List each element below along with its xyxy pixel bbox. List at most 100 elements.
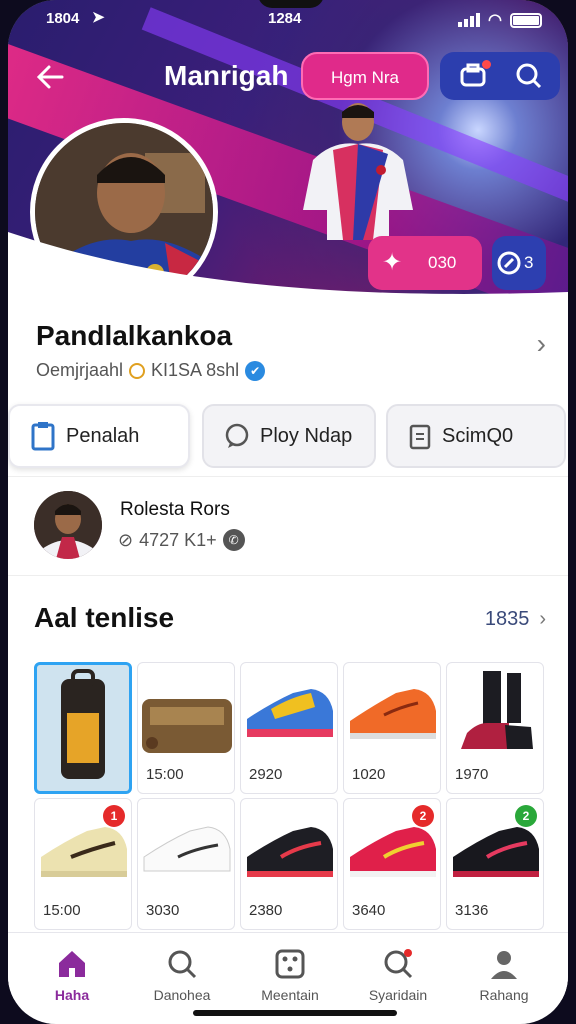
item-badge: 1 bbox=[103, 805, 125, 827]
action-button-scimq0[interactable]: ScimQ0 bbox=[386, 404, 566, 468]
profile-meta: Oemjrjaahl KI1SA 8shl ✔ bbox=[36, 360, 266, 381]
shoe-image bbox=[143, 826, 231, 872]
stat-badge-secondary[interactable]: 3 bbox=[492, 236, 546, 290]
coin-icon bbox=[129, 362, 146, 379]
boot-image bbox=[461, 671, 533, 749]
section-count[interactable]: 1835 › bbox=[485, 608, 546, 631]
item-tile[interactable]: 2380 bbox=[240, 798, 338, 930]
signal-icon bbox=[458, 13, 481, 27]
item-grid: 15:00 2920 1020 1970 1 15:00 3030 2380 2… bbox=[34, 662, 568, 932]
backpack-image bbox=[61, 669, 105, 779]
item-tile[interactable]: 15:00 bbox=[137, 662, 235, 794]
status-time: 1804 bbox=[46, 10, 80, 27]
star-icon: ✦ bbox=[382, 249, 403, 276]
item-price: 1020 bbox=[352, 766, 386, 783]
stat-secondary-value: 3 bbox=[524, 253, 534, 272]
item-tile[interactable]: 2 3640 bbox=[343, 798, 441, 930]
author-name: Rolesta Rors bbox=[120, 499, 230, 520]
section-count-value: 1835 bbox=[484, 608, 530, 630]
item-price: 1970 bbox=[455, 766, 489, 783]
meta-text: Oemjrjaahl bbox=[36, 360, 124, 380]
wifi-icon: ◠ bbox=[488, 12, 502, 29]
tab-profile[interactable]: Rahang bbox=[454, 943, 554, 1013]
item-tile[interactable]: 2 3136 bbox=[446, 798, 544, 930]
shoe-image bbox=[247, 689, 333, 737]
header-icon-group bbox=[440, 52, 560, 100]
author-avatar bbox=[34, 491, 102, 559]
top-bar: Manrigah Hgm Nra bbox=[8, 52, 568, 102]
action-label: ScimQ0 bbox=[442, 424, 514, 447]
notification-search-icon bbox=[384, 949, 413, 979]
author-row[interactable]: Rolesta Rors ⊘ 4727 K1+ ✆ bbox=[8, 476, 568, 576]
item-price: 3640 bbox=[352, 902, 386, 919]
hero-stats: ✦ 030 3 bbox=[368, 236, 554, 290]
hero-player-image bbox=[303, 103, 413, 240]
phone-screen: ✦ 030 3 1804 ➤ 1284 ◠ Manrigah Hgm Nra P… bbox=[8, 0, 568, 1024]
chevron-right-icon: › bbox=[539, 608, 546, 630]
action-button-ploy-ndap[interactable]: Ploy Ndap bbox=[202, 404, 376, 468]
search-icon[interactable] bbox=[514, 61, 544, 91]
tab-label: Rahang bbox=[479, 987, 529, 1003]
item-price: 15:00 bbox=[146, 766, 184, 783]
item-tile[interactable]: 1 15:00 bbox=[34, 798, 132, 930]
call-icon: ✆ bbox=[222, 529, 245, 551]
tab-search[interactable]: Danohea bbox=[132, 943, 232, 1013]
clipboard-icon bbox=[31, 422, 55, 451]
chevron-right-icon[interactable]: › bbox=[537, 328, 546, 360]
action-buttons: Penalah Ploy Ndap ScimQ0 bbox=[8, 404, 568, 470]
battery-icon bbox=[510, 12, 542, 28]
action-label: Ploy Ndap bbox=[260, 424, 353, 447]
shoe-image bbox=[247, 827, 333, 877]
section-title: Aal tenlise bbox=[34, 602, 175, 633]
item-badge: 2 bbox=[515, 805, 537, 827]
bag-image bbox=[142, 699, 232, 753]
stat-badge-primary[interactable]: ✦ 030 bbox=[368, 236, 482, 290]
action-label: Penalah bbox=[66, 424, 140, 447]
compass-icon bbox=[497, 251, 521, 275]
home-icon bbox=[59, 951, 85, 977]
tab-label: Haha bbox=[54, 987, 90, 1003]
item-price: 2920 bbox=[249, 766, 283, 783]
profile-name: Pandlalkankoa bbox=[36, 320, 233, 351]
status-bar: 1804 ➤ 1284 ◠ bbox=[8, 8, 568, 32]
back-arrow-icon[interactable] bbox=[32, 58, 70, 96]
camera-notch bbox=[258, 0, 324, 8]
chat-icon bbox=[225, 423, 249, 448]
item-price: 3136 bbox=[455, 902, 489, 919]
item-tile[interactable]: 1970 bbox=[446, 662, 544, 794]
tab-home[interactable]: Haha bbox=[22, 943, 122, 1013]
author-sub: ⊘ 4727 K1+ ✆ bbox=[118, 529, 245, 551]
header-pill-button[interactable]: Hgm Nra bbox=[301, 52, 429, 100]
item-badge: 2 bbox=[412, 805, 434, 827]
search-icon bbox=[168, 950, 197, 979]
tab-label: Danohea bbox=[153, 987, 211, 1003]
shoe-image bbox=[350, 689, 436, 739]
item-tile[interactable]: 1020 bbox=[343, 662, 441, 794]
item-price: 2380 bbox=[249, 902, 283, 919]
status-icons: ◠ bbox=[458, 10, 542, 30]
page-title: Manrigah bbox=[164, 60, 289, 91]
item-price: 15:00 bbox=[43, 902, 81, 919]
action-button-penalah[interactable]: Penalah bbox=[8, 404, 190, 468]
dice-icon bbox=[275, 949, 305, 979]
item-tile[interactable] bbox=[34, 662, 132, 794]
profile-icon bbox=[491, 951, 517, 979]
tab-meentain[interactable]: Meentain bbox=[240, 943, 340, 1013]
item-tile[interactable]: 2920 bbox=[240, 662, 338, 794]
verified-icon: ✔ bbox=[245, 360, 266, 381]
item-price: 3030 bbox=[146, 902, 180, 919]
location-arrow-icon: ➤ bbox=[92, 9, 105, 26]
link-icon: ⊘ bbox=[118, 529, 134, 550]
tab-syaridain[interactable]: Syaridain bbox=[348, 943, 448, 1013]
meta-badge-text: KI1SA 8shl bbox=[151, 360, 240, 380]
status-center-text: 1284 bbox=[268, 10, 302, 27]
home-indicator[interactable] bbox=[193, 1010, 397, 1016]
tab-label: Meentain bbox=[261, 987, 319, 1003]
tab-label: Syaridain bbox=[368, 987, 428, 1003]
author-sub-text: 4727 K1+ bbox=[139, 529, 217, 550]
notification-dot bbox=[482, 60, 491, 69]
document-icon bbox=[409, 424, 431, 450]
stat-primary-value: 030 bbox=[428, 253, 457, 272]
item-tile[interactable]: 3030 bbox=[137, 798, 235, 930]
author-photo bbox=[34, 491, 102, 559]
